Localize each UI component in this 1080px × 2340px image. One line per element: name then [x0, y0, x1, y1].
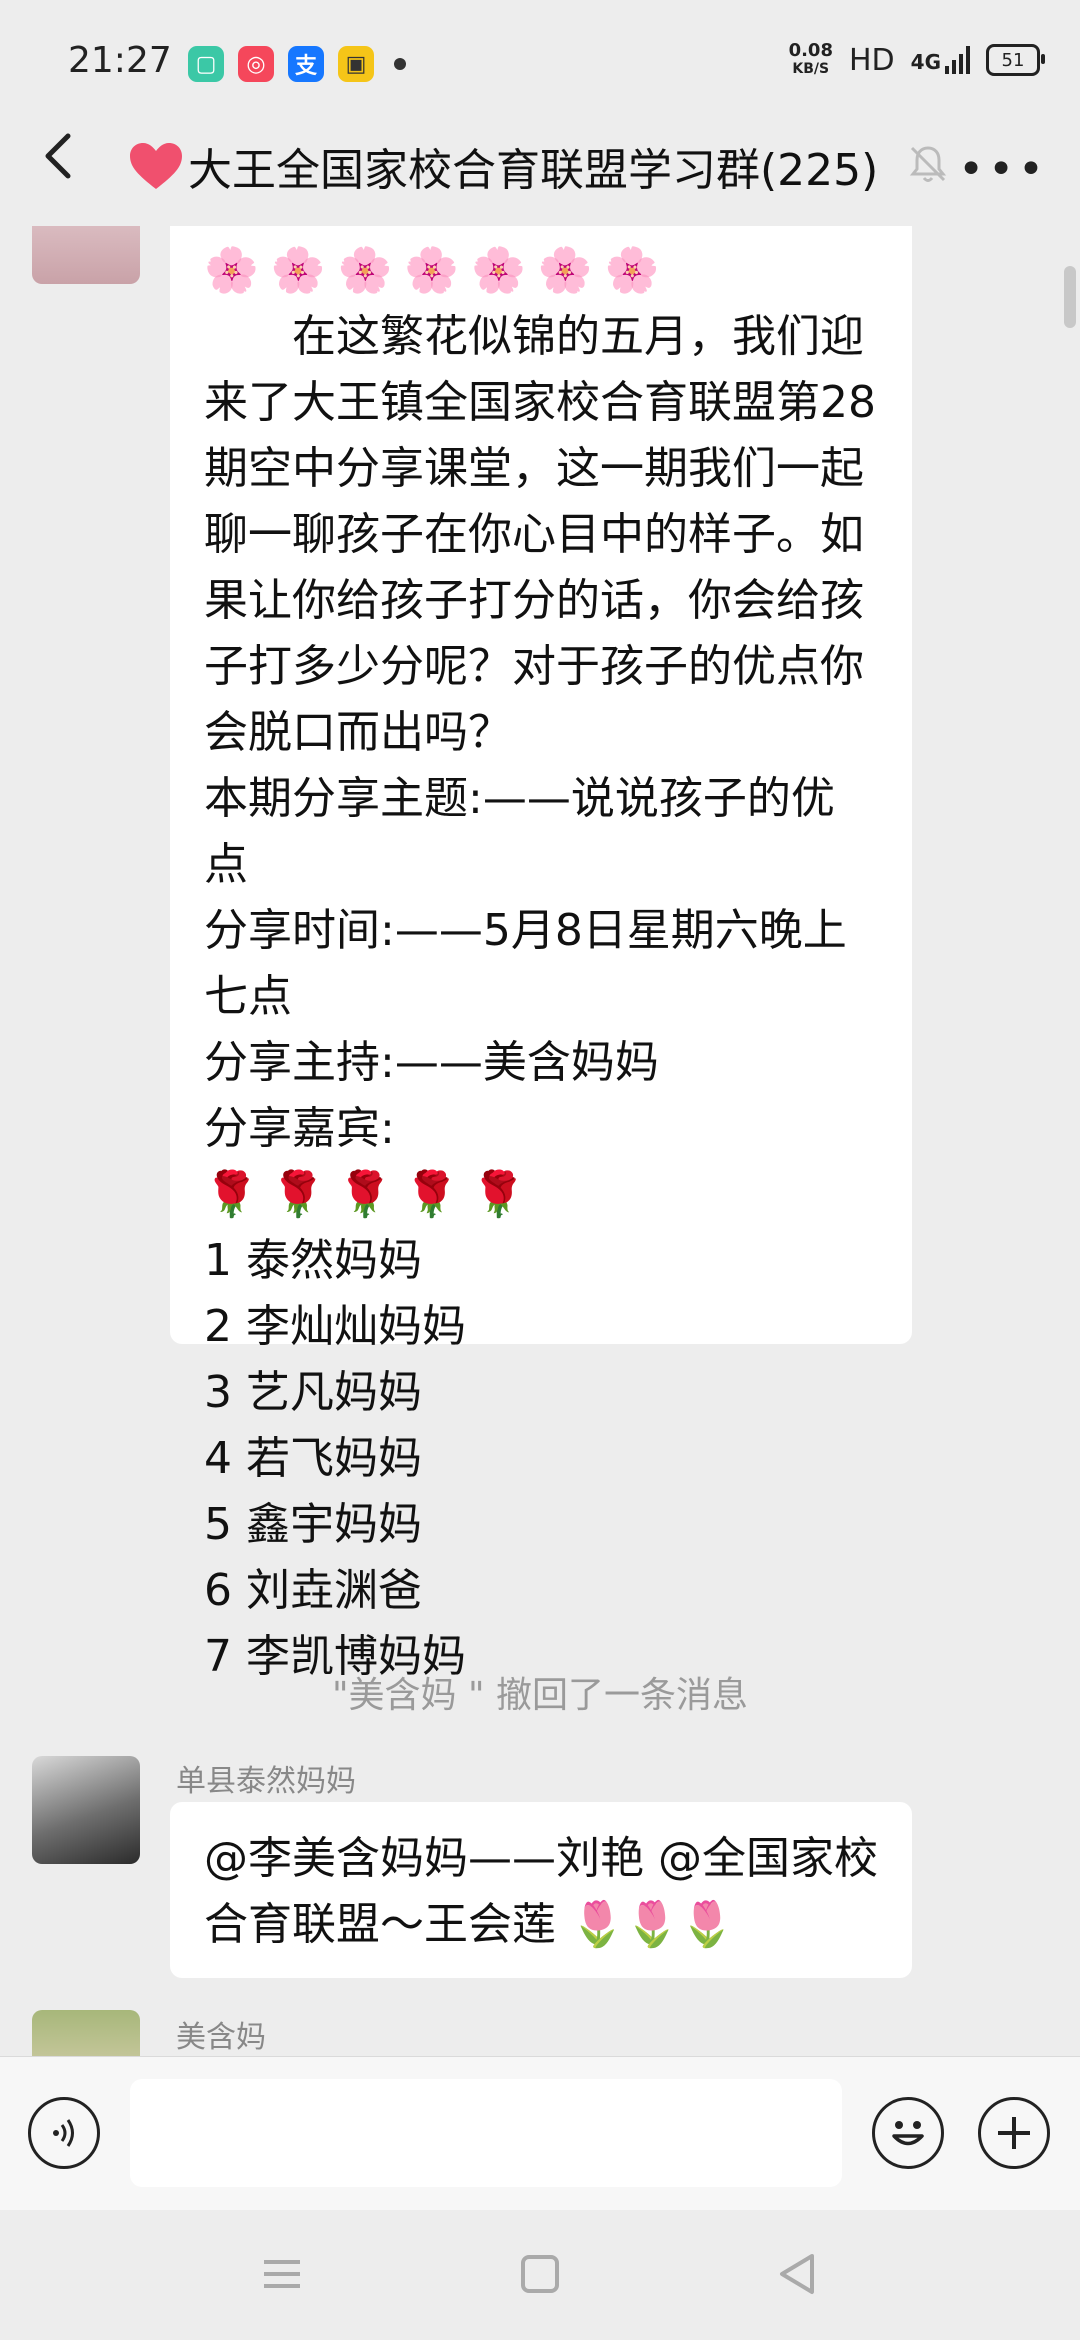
kuaishou-icon: ◎: [238, 46, 274, 82]
emoji-icon: [892, 2121, 924, 2146]
message-theme: 本期分享主题:——说说孩子的优点: [204, 773, 835, 890]
message-input[interactable]: [130, 2079, 842, 2187]
message-bubble: @李美含妈妈——刘艳 @全国家校合育联盟～王会莲 🌷🌷🌷: [170, 1802, 912, 1978]
guest-item: 1 泰然妈妈: [204, 1235, 422, 1286]
add-icon: [998, 2117, 1030, 2149]
input-bar: [0, 2056, 1080, 2211]
app-notification-icon: ▢: [188, 46, 224, 82]
message-text: @李美含妈妈——刘艳 @全国家校合育联盟～王会莲: [204, 1833, 878, 1950]
guest-item: 2 李灿灿妈妈: [204, 1301, 466, 1352]
speed-value: 0.08: [788, 40, 833, 61]
avatar[interactable]: [32, 2010, 140, 2056]
status-time: 21:27: [68, 40, 172, 81]
back-triangle-icon[interactable]: [774, 2250, 822, 2298]
alipay-icon: 支: [288, 46, 324, 82]
home-icon[interactable]: [516, 2250, 564, 2298]
system-nav-bar: [0, 2210, 1080, 2340]
battery-icon: 51: [986, 44, 1045, 76]
battery-level: 51: [1001, 49, 1025, 71]
menu-icon[interactable]: [258, 2250, 306, 2298]
guests-label: 分享嘉宾:: [204, 1103, 395, 1154]
add-button[interactable]: [978, 2097, 1050, 2169]
message-time: 分享时间:——5月8日星期六晚上七点: [204, 905, 847, 1022]
more-icon[interactable]: •••: [958, 144, 1048, 195]
avatar[interactable]: [32, 226, 140, 284]
back-icon[interactable]: [30, 126, 90, 186]
more-notifications-dot: [394, 58, 406, 70]
folder-app-icon: ▣: [338, 46, 374, 82]
avatar[interactable]: [32, 1756, 140, 1864]
network-type: 4G: [910, 50, 941, 74]
voice-icon: [53, 2119, 74, 2147]
sender-name: 美含妈: [176, 2020, 266, 2055]
heart-icon: [130, 143, 182, 189]
recall-notice: "美含妈 " 撤回了一条消息: [331, 1675, 748, 1716]
voice-button[interactable]: [28, 2097, 100, 2169]
rose-emojis: 🌹🌹🌹🌹🌹: [204, 1169, 538, 1220]
chat-area[interactable]: 🌸🌸🌸🌸🌸🌸🌸 在这繁花似锦的五月，我们迎来了大王镇全国家校合育联盟第28期空中…: [0, 226, 1080, 2056]
message-paragraph: 在这繁花似锦的五月，我们迎来了大王镇全国家校合育联盟第28期空中分享课堂，这一期…: [204, 311, 876, 758]
scrollbar[interactable]: [1064, 266, 1076, 328]
hd-indicator: HD: [848, 42, 895, 78]
mute-icon: [909, 146, 947, 182]
guest-item: 5 鑫宇妈妈: [204, 1499, 422, 1550]
tulip-emojis: 🌷🌷🌷: [570, 1899, 735, 1950]
guest-item: 3 艺凡妈妈: [204, 1367, 422, 1418]
group-title: 大王全国家校合育联盟学习群(225): [128, 134, 878, 198]
sender-name: 单县泰然妈妈: [176, 1764, 356, 1799]
message-host: 分享主持:——美含妈妈: [204, 1037, 659, 1088]
guest-item: 6 刘垚渊爸: [204, 1565, 422, 1616]
message-bubble: 🌸🌸🌸🌸🌸🌸🌸 在这繁花似锦的五月，我们迎来了大王镇全国家校合育联盟第28期空中…: [170, 226, 912, 1682]
group-title-text: 大王全国家校合育联盟学习群(225): [188, 145, 879, 196]
chat-header: 大王全国家校合育联盟学习群(225) •••: [0, 100, 1080, 226]
flower-emojis: 🌸🌸🌸🌸🌸🌸🌸: [204, 245, 672, 296]
network-speed: 0.08 KB/S: [789, 42, 833, 78]
emoji-button[interactable]: [872, 2097, 944, 2169]
guest-item: 4 若飞妈妈: [204, 1433, 422, 1484]
speed-unit: KB/S: [792, 61, 830, 77]
status-app-icons: ▢ ◎ 支 ▣: [188, 46, 406, 82]
signal-icon: 4G: [911, 46, 970, 74]
status-right: 0.08 KB/S HD 4G 51: [789, 42, 1045, 78]
